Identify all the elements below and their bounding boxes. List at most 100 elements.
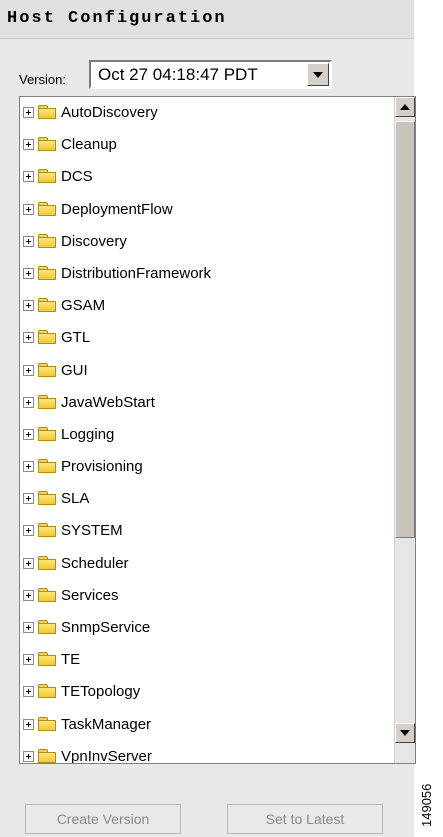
version-label: Version: [19, 72, 66, 87]
folder-icon [38, 137, 57, 152]
expand-plus-icon[interactable] [23, 396, 34, 408]
tree-item-label: SLA [61, 490, 90, 508]
tree-item[interactable]: SLA [20, 483, 392, 515]
folder-icon [38, 330, 57, 345]
tree-item-label: TETopology [61, 683, 141, 701]
folder-icon [38, 298, 57, 313]
expand-plus-icon[interactable] [23, 654, 34, 666]
tree-scrollbar[interactable] [394, 97, 415, 763]
expand-plus-icon[interactable] [23, 750, 34, 762]
tree-item-label: GSAM [61, 297, 106, 315]
tree-item[interactable]: TaskManager [20, 709, 392, 741]
folder-icon [38, 748, 57, 763]
expand-plus-icon[interactable] [23, 461, 34, 473]
version-select[interactable]: Oct 27 04:18:47 PDT [89, 60, 332, 89]
expand-plus-icon[interactable] [23, 589, 34, 601]
tree-item[interactable]: AutoDiscovery [20, 97, 392, 129]
folder-icon [38, 426, 57, 441]
folder-icon [38, 555, 57, 570]
folder-icon [38, 587, 57, 602]
tree-list: AutoDiscovery Cleanup DCS DeploymentFlow Dis… [20, 97, 392, 764]
tree-item[interactable]: GSAM [20, 290, 392, 322]
version-dropdown-button[interactable] [307, 63, 329, 86]
tree-item-label: JavaWebStart [61, 393, 155, 411]
folder-icon [38, 201, 57, 216]
tree-item-label: AutoDiscovery [61, 104, 158, 121]
tree-item[interactable]: TE [20, 644, 392, 676]
tree-item[interactable]: Scheduler [20, 548, 392, 580]
tree-item[interactable]: GUI [20, 355, 392, 387]
tree-item-label: SnmpService [61, 619, 151, 636]
tree-item-label: TaskManager [61, 715, 152, 733]
tree-item-label: DeploymentFlow [61, 200, 173, 218]
tree-item[interactable]: TETopology [20, 676, 392, 708]
folder-icon [38, 491, 57, 506]
folder-icon [38, 620, 57, 634]
expand-plus-icon[interactable] [23, 718, 34, 730]
folder-icon [38, 233, 57, 248]
version-selected-value: Oct 27 04:18:47 PDT [98, 65, 258, 84]
title-bar: Host Configuration [0, 0, 414, 39]
arrow-up-icon [400, 104, 410, 110]
folder-icon [38, 459, 57, 474]
tree-item[interactable]: DCS [20, 161, 392, 193]
tree-item-label: TE [61, 651, 81, 669]
tree-item-label: Services [61, 586, 119, 604]
create-version-button[interactable]: Create Version [25, 804, 181, 834]
tree-item-label: DistributionFramework [61, 264, 212, 282]
tree-item[interactable]: Services [20, 580, 392, 612]
expand-plus-icon[interactable] [23, 171, 34, 183]
tree-item[interactable]: DeploymentFlow [20, 194, 392, 226]
tree-item[interactable]: SYSTEM [20, 515, 392, 547]
folder-icon [38, 684, 57, 699]
tree-item[interactable]: Cleanup [20, 129, 392, 161]
expand-plus-icon[interactable] [23, 428, 34, 440]
tree-item-label: DCS [61, 168, 93, 186]
tree-item[interactable]: Discovery [20, 226, 392, 258]
expand-plus-icon[interactable] [23, 235, 34, 247]
expand-plus-icon[interactable] [23, 203, 34, 215]
scroll-up-button[interactable] [395, 97, 415, 117]
tree-item-label: VpnInvServer [61, 747, 152, 764]
scroll-down-button[interactable] [395, 723, 415, 743]
expand-plus-icon[interactable] [23, 622, 34, 633]
tree-item-label: GTL [61, 329, 91, 347]
tree-item-label: Provisioning [61, 458, 143, 476]
tree-item[interactable]: VpnInvServer [20, 741, 392, 764]
folder-icon [38, 169, 57, 184]
configuration-tree[interactable]: AutoDiscovery Cleanup DCS DeploymentFlow Dis… [19, 96, 416, 764]
tree-item-label: GUI [61, 361, 88, 379]
scroll-thumb[interactable] [395, 121, 415, 538]
folder-icon [38, 362, 57, 377]
expand-plus-icon[interactable] [23, 364, 34, 376]
expand-plus-icon[interactable] [23, 525, 34, 537]
tree-item-label: Cleanup [61, 136, 117, 154]
expand-plus-icon[interactable] [23, 139, 34, 151]
figure-id: 149056 [419, 783, 434, 827]
tree-item[interactable]: Logging [20, 419, 392, 451]
expand-plus-icon[interactable] [23, 267, 34, 279]
expand-plus-icon[interactable] [23, 557, 34, 569]
folder-icon [38, 265, 57, 280]
expand-plus-icon[interactable] [23, 493, 34, 505]
arrow-down-icon [400, 730, 410, 736]
expand-plus-icon[interactable] [23, 107, 34, 118]
tree-item[interactable]: GTL [20, 322, 392, 354]
folder-icon [38, 652, 57, 667]
folder-icon [38, 716, 57, 731]
tree-item[interactable]: JavaWebStart [20, 387, 392, 419]
expand-plus-icon[interactable] [23, 332, 34, 344]
expand-plus-icon[interactable] [23, 686, 34, 698]
tree-item-label: Logging [61, 425, 115, 443]
tree-item-label: SYSTEM [61, 522, 123, 540]
tree-item[interactable]: DistributionFramework [20, 258, 392, 290]
tree-item[interactable]: SnmpService [20, 612, 392, 644]
folder-icon [38, 105, 57, 119]
expand-plus-icon[interactable] [23, 300, 34, 312]
tree-item-label: Scheduler [61, 554, 129, 572]
tree-item-label: Discovery [61, 232, 127, 250]
host-configuration-panel: Host Configuration Version: Oct 27 04:18… [0, 0, 416, 837]
chevron-down-icon [313, 72, 323, 78]
set-to-latest-button[interactable]: Set to Latest [227, 804, 383, 834]
tree-item[interactable]: Provisioning [20, 451, 392, 483]
